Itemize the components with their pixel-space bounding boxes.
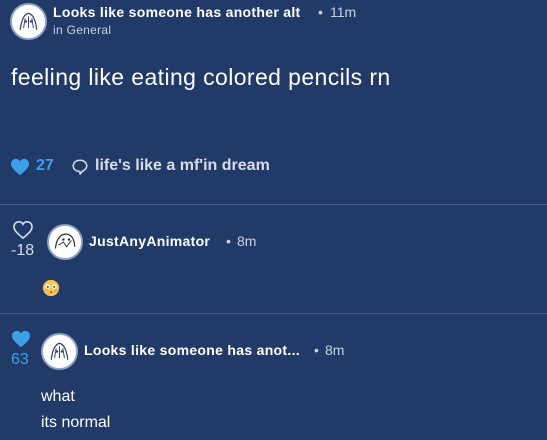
comment-author-avatar[interactable] <box>47 224 83 260</box>
heart-outline-icon <box>13 221 33 239</box>
post-like-count: 27 <box>36 157 54 174</box>
separator-dot: • <box>318 4 323 20</box>
post-like-button[interactable]: 27 <box>10 157 56 177</box>
comment-author-name[interactable]: JustAnyAnimator <box>89 233 210 249</box>
separator-dot: • <box>226 233 231 249</box>
comment-body-line: its normal <box>41 414 111 431</box>
post-author-name[interactable]: Looks like someone has another alt <box>53 4 301 20</box>
comment-score: 63 <box>11 351 29 368</box>
separator-dot: • <box>314 342 319 358</box>
comment-like-button[interactable] <box>11 330 35 350</box>
post-author-avatar[interactable] <box>10 3 47 40</box>
divider <box>0 204 547 205</box>
avatar-sketch-icon <box>49 226 81 258</box>
heart-filled-icon <box>11 158 29 176</box>
comment-author-avatar[interactable] <box>41 333 78 370</box>
heart-filled-icon <box>12 330 30 348</box>
divider <box>0 313 547 314</box>
avatar-sketch-icon <box>43 335 76 368</box>
comment-author-name[interactable]: Looks like someone has anot... <box>84 342 309 358</box>
comment-bubble-icon <box>72 159 88 175</box>
comment-like-button[interactable] <box>12 221 36 241</box>
avatar-sketch-icon <box>12 5 45 38</box>
post-time: 11m <box>330 4 357 20</box>
flushed-face-emoji: 😳 <box>42 279 60 297</box>
post-category[interactable]: in General <box>53 23 111 37</box>
comment-time: 8m <box>237 233 257 249</box>
comment-preview-text: life's like a mf'in dream <box>95 157 270 174</box>
comment-body-line: what <box>41 388 75 405</box>
comment-time: 8m <box>325 342 345 358</box>
comment-score: -18 <box>11 242 35 259</box>
post-body: feeling like eating colored pencils rn <box>11 64 391 90</box>
